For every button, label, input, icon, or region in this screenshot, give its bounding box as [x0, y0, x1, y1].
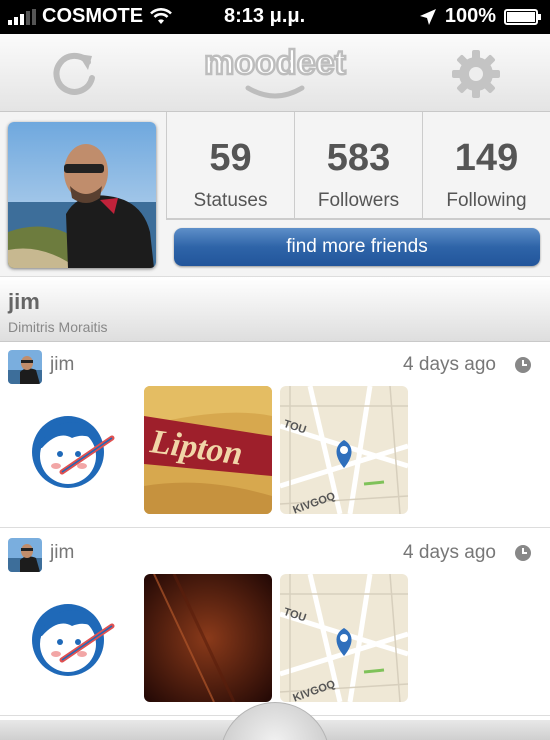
stats-row: 59 Statuses 583 Followers 149 Following	[166, 112, 550, 220]
moodeet-logo: moodeet	[203, 43, 347, 99]
divider	[166, 218, 550, 220]
status-bar: COSMOTE 8:13 μ.μ. 100%	[0, 0, 550, 34]
stat-followers[interactable]: 583 Followers	[295, 112, 423, 220]
post-avatar[interactable]	[8, 350, 42, 384]
location-arrow-icon	[419, 8, 436, 25]
post-username[interactable]: jim	[50, 542, 74, 564]
find-more-friends-button[interactable]: find more friends	[174, 228, 540, 266]
stat-label: Followers	[317, 190, 400, 211]
post-avatar[interactable]	[8, 538, 42, 572]
battery-percent: 100%	[444, 5, 496, 27]
signal-icon	[8, 8, 36, 25]
mood-face-icon	[32, 416, 115, 488]
clock-icon	[515, 357, 531, 373]
profile-avatar[interactable]	[8, 122, 156, 268]
map-thumbnail: TOU KIVGOQ	[280, 386, 408, 514]
username: jim	[8, 289, 40, 314]
dark-wood-photo	[144, 574, 272, 702]
status-right: 100%	[419, 5, 541, 28]
stat-value: 149	[454, 137, 519, 179]
profile-photo	[8, 122, 156, 268]
post-photo[interactable]	[144, 574, 272, 702]
mood-face-icon	[32, 604, 115, 676]
settings-button[interactable]	[446, 44, 506, 104]
stat-label: Following	[446, 190, 527, 211]
feed-post[interactable]: jim 4 days ago Lipton TOU KIVGOQ	[0, 342, 550, 528]
post-timestamp: 4 days ago	[403, 354, 496, 375]
stat-statuses[interactable]: 59 Statuses	[167, 112, 295, 220]
battery-icon	[504, 8, 541, 25]
post-timestamp: 4 days ago	[403, 542, 496, 563]
lipton-photo: Lipton	[144, 386, 272, 514]
carrier-name: COSMOTE	[42, 5, 144, 27]
svg-text:moodeet: moodeet	[204, 44, 346, 82]
post-location-map[interactable]: TOU KIVGOQ	[280, 386, 408, 514]
map-thumbnail: TOU KIVGOQ	[280, 574, 408, 702]
refresh-button[interactable]	[44, 44, 104, 104]
user-name-bar: jim Dimitris Moraitis	[0, 276, 550, 342]
gear-icon	[452, 50, 500, 98]
wifi-icon	[150, 7, 173, 24]
post-location-map[interactable]: TOU KIVGOQ	[280, 574, 408, 702]
post-photo[interactable]: Lipton	[144, 386, 272, 514]
post-username[interactable]: jim	[50, 354, 74, 376]
profile-section: 59 Statuses 583 Followers 149 Following …	[0, 112, 550, 276]
clock-icon	[515, 545, 531, 561]
full-name: Dimitris Moraitis	[8, 319, 108, 335]
carrier-group: COSMOTE	[8, 5, 173, 28]
refresh-icon	[53, 52, 95, 95]
stat-label: Statuses	[193, 190, 268, 211]
feed-post[interactable]: jim 4 days ago TOU KIVGOQ	[0, 530, 550, 716]
stat-value: 583	[326, 137, 391, 179]
stat-following[interactable]: 149 Following	[423, 112, 550, 220]
clock-time: 8:13 μ.μ.	[224, 5, 306, 27]
stat-value: 59	[209, 137, 252, 179]
nav-bar: moodeet	[0, 34, 550, 112]
